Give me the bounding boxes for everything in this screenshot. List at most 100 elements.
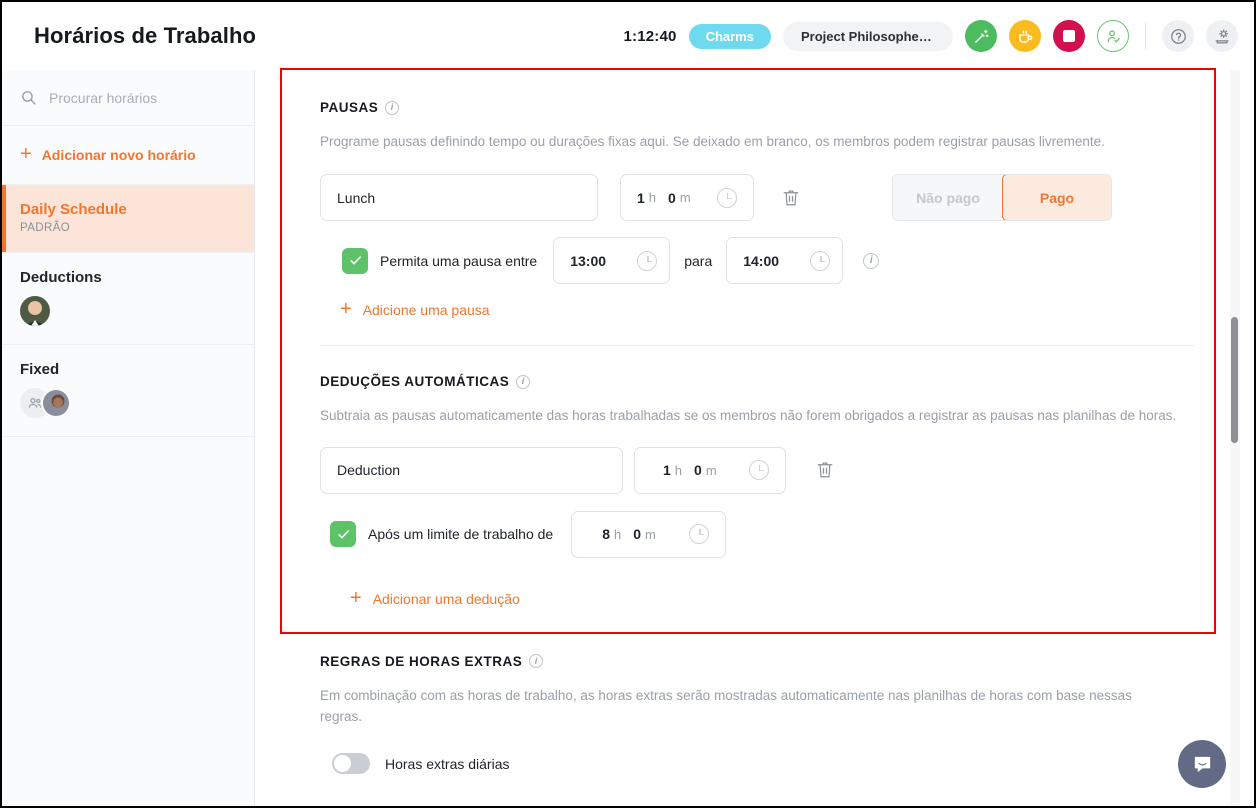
deduction-hours-unit: h [674, 462, 683, 478]
info-icon[interactable]: i [863, 252, 880, 269]
delete-break-icon[interactable] [782, 188, 800, 208]
break-minutes-unit: m [679, 190, 691, 206]
threshold-hours-value: 8 [602, 526, 611, 543]
break-minutes-value: 0 [668, 189, 676, 206]
charms-chip[interactable]: Charms [688, 23, 771, 49]
sidebar: + Adicionar novo horário Daily Schedule … [2, 70, 255, 806]
search-input[interactable] [49, 89, 219, 106]
break-window-row: Permita uma pausa entre 13:00 para 14:00… [320, 237, 1194, 285]
member-avatars [20, 388, 236, 418]
deduction-minutes-value: 0 [694, 462, 702, 479]
sidebar-item-daily-schedule[interactable]: Daily Schedule PADRÃO [2, 185, 254, 253]
add-deduction-button[interactable]: + Adicionar uma dedução [320, 586, 1194, 609]
breaks-section-title: PAUSAS i [320, 100, 1194, 115]
gear-hand-icon[interactable] [1206, 20, 1238, 52]
avatar[interactable] [41, 388, 71, 418]
timer-display: 1:12:40 [623, 27, 677, 45]
clock-icon[interactable] [810, 250, 831, 271]
toolbar-divider [1145, 23, 1146, 49]
sidebar-item-deductions[interactable]: Deductions [2, 253, 254, 345]
delete-deduction-icon[interactable] [816, 460, 834, 480]
break-window-from-value: 13:00 [570, 252, 607, 269]
break-window-to-value: 14:00 [743, 252, 780, 269]
threshold-hours-unit: h [614, 526, 622, 542]
threshold-minutes-value: 0 [633, 526, 642, 543]
search-icon [22, 91, 36, 105]
vertical-scrollbar[interactable] [1230, 70, 1240, 806]
settings-content: PAUSAS i Programe pausas definindo tempo… [256, 70, 1240, 775]
deduction-row: 1 h 0 m [320, 446, 1194, 494]
deduction-hours-value: 1 [663, 462, 671, 479]
deduction-minutes-unit: m [705, 462, 717, 478]
sidebar-item-label: Daily Schedule [20, 201, 127, 218]
info-icon[interactable]: i [529, 654, 544, 669]
main-panel: PAUSAS i Programe pausas definindo tempo… [256, 70, 1240, 806]
unpaid-option[interactable]: Não pago [893, 175, 1003, 221]
app-window: Horários de Trabalho 1:12:40 Charms Proj… [0, 0, 1256, 808]
clock-icon[interactable] [717, 187, 737, 208]
avatar[interactable] [20, 296, 50, 326]
break-window-separator: para [684, 252, 713, 269]
sidebar-item-label: Fixed [20, 361, 60, 378]
project-chip[interactable]: Project Philosopher's S... [783, 21, 953, 51]
break-window-label: Permita uma pausa entre [380, 252, 538, 269]
daily-overtime-toggle[interactable] [332, 753, 370, 775]
plus-icon: + [20, 143, 32, 165]
add-schedule-button[interactable]: + Adicionar novo horário [2, 126, 254, 185]
stop-square-icon[interactable] [1053, 20, 1085, 52]
app-header: Horários de Trabalho 1:12:40 Charms Proj… [2, 2, 1254, 70]
add-break-label: Adicione uma pausa [362, 302, 490, 319]
header-toolbar: 1:12:40 Charms Project Philosopher's S..… [623, 20, 1238, 52]
deductions-section-title: DEDUÇÕES AUTOMÁTICAS i [320, 374, 1194, 389]
clock-icon[interactable] [749, 460, 769, 481]
sidebar-item-label: Deductions [20, 269, 102, 286]
threshold-minutes-unit: m [645, 526, 656, 542]
chat-widget-button[interactable] [1178, 740, 1226, 788]
member-avatars [20, 296, 236, 326]
daily-overtime-row: Horas extras diárias [320, 753, 1194, 775]
daily-overtime-label: Horas extras diárias [385, 755, 510, 772]
chat-bubble-icon [1194, 756, 1210, 772]
break-duration-input[interactable]: 1 h 0 m [620, 174, 754, 222]
plus-icon: + [340, 298, 352, 321]
deductions-description: Subtraia as pausas automaticamente das h… [320, 408, 1177, 424]
deduction-name-input[interactable] [320, 446, 623, 494]
deduction-threshold-input[interactable]: 8 h 0 m [571, 510, 727, 558]
add-deduction-label: Adicionar uma dedução [372, 590, 520, 607]
deduction-threshold-label: Após um limite de trabalho de [368, 526, 554, 543]
check-icon [349, 256, 361, 265]
add-break-button[interactable]: + Adicione uma pausa [320, 298, 1194, 321]
break-name-input[interactable] [320, 174, 598, 222]
check-icon [337, 529, 349, 539]
paid-unpaid-toggle[interactable]: Não pago Pago [892, 174, 1112, 222]
info-icon[interactable]: i [385, 100, 400, 115]
clock-icon[interactable] [689, 524, 710, 545]
add-schedule-label: Adicionar novo horário [41, 147, 196, 163]
clock-icon[interactable] [637, 250, 658, 271]
deduction-threshold-checkbox[interactable] [330, 521, 356, 548]
break-window-to-input[interactable]: 14:00 [726, 237, 844, 285]
deductions-title-text: DEDUÇÕES AUTOMÁTICAS [320, 374, 510, 390]
person-check-icon[interactable] [1097, 20, 1129, 52]
break-hours-unit: h [648, 190, 657, 206]
breaks-description: Programe pausas definindo tempo ou duraç… [320, 134, 1105, 149]
page-title: Horários de Trabalho [34, 23, 257, 48]
deduction-duration-input[interactable]: 1 h 0 m [634, 446, 786, 494]
paid-option[interactable]: Pago [1002, 175, 1111, 221]
magic-wand-icon[interactable] [965, 20, 997, 52]
sidebar-item-sublabel: PADRÃO [20, 222, 71, 234]
overtime-section-title: REGRAS DE HORAS EXTRAS i [320, 654, 1194, 669]
break-window-from-input[interactable]: 13:00 [553, 237, 671, 285]
break-row: 1 h 0 m Não pago Pago [320, 174, 1194, 222]
search-row[interactable] [2, 70, 254, 126]
overtime-description: Em combinação com as horas de trabalho, … [320, 687, 1132, 724]
info-icon[interactable]: i [516, 374, 531, 389]
plus-icon: + [350, 586, 362, 609]
break-window-checkbox[interactable] [342, 247, 368, 274]
scrollbar-thumb[interactable] [1231, 317, 1238, 443]
question-mark-icon[interactable] [1162, 20, 1194, 52]
sidebar-item-fixed[interactable]: Fixed [2, 345, 254, 437]
break-hours-value: 1 [637, 189, 645, 206]
deduction-threshold-row: Após um limite de trabalho de 8 h 0 m [320, 510, 1194, 558]
coffee-cup-icon[interactable] [1009, 20, 1041, 52]
